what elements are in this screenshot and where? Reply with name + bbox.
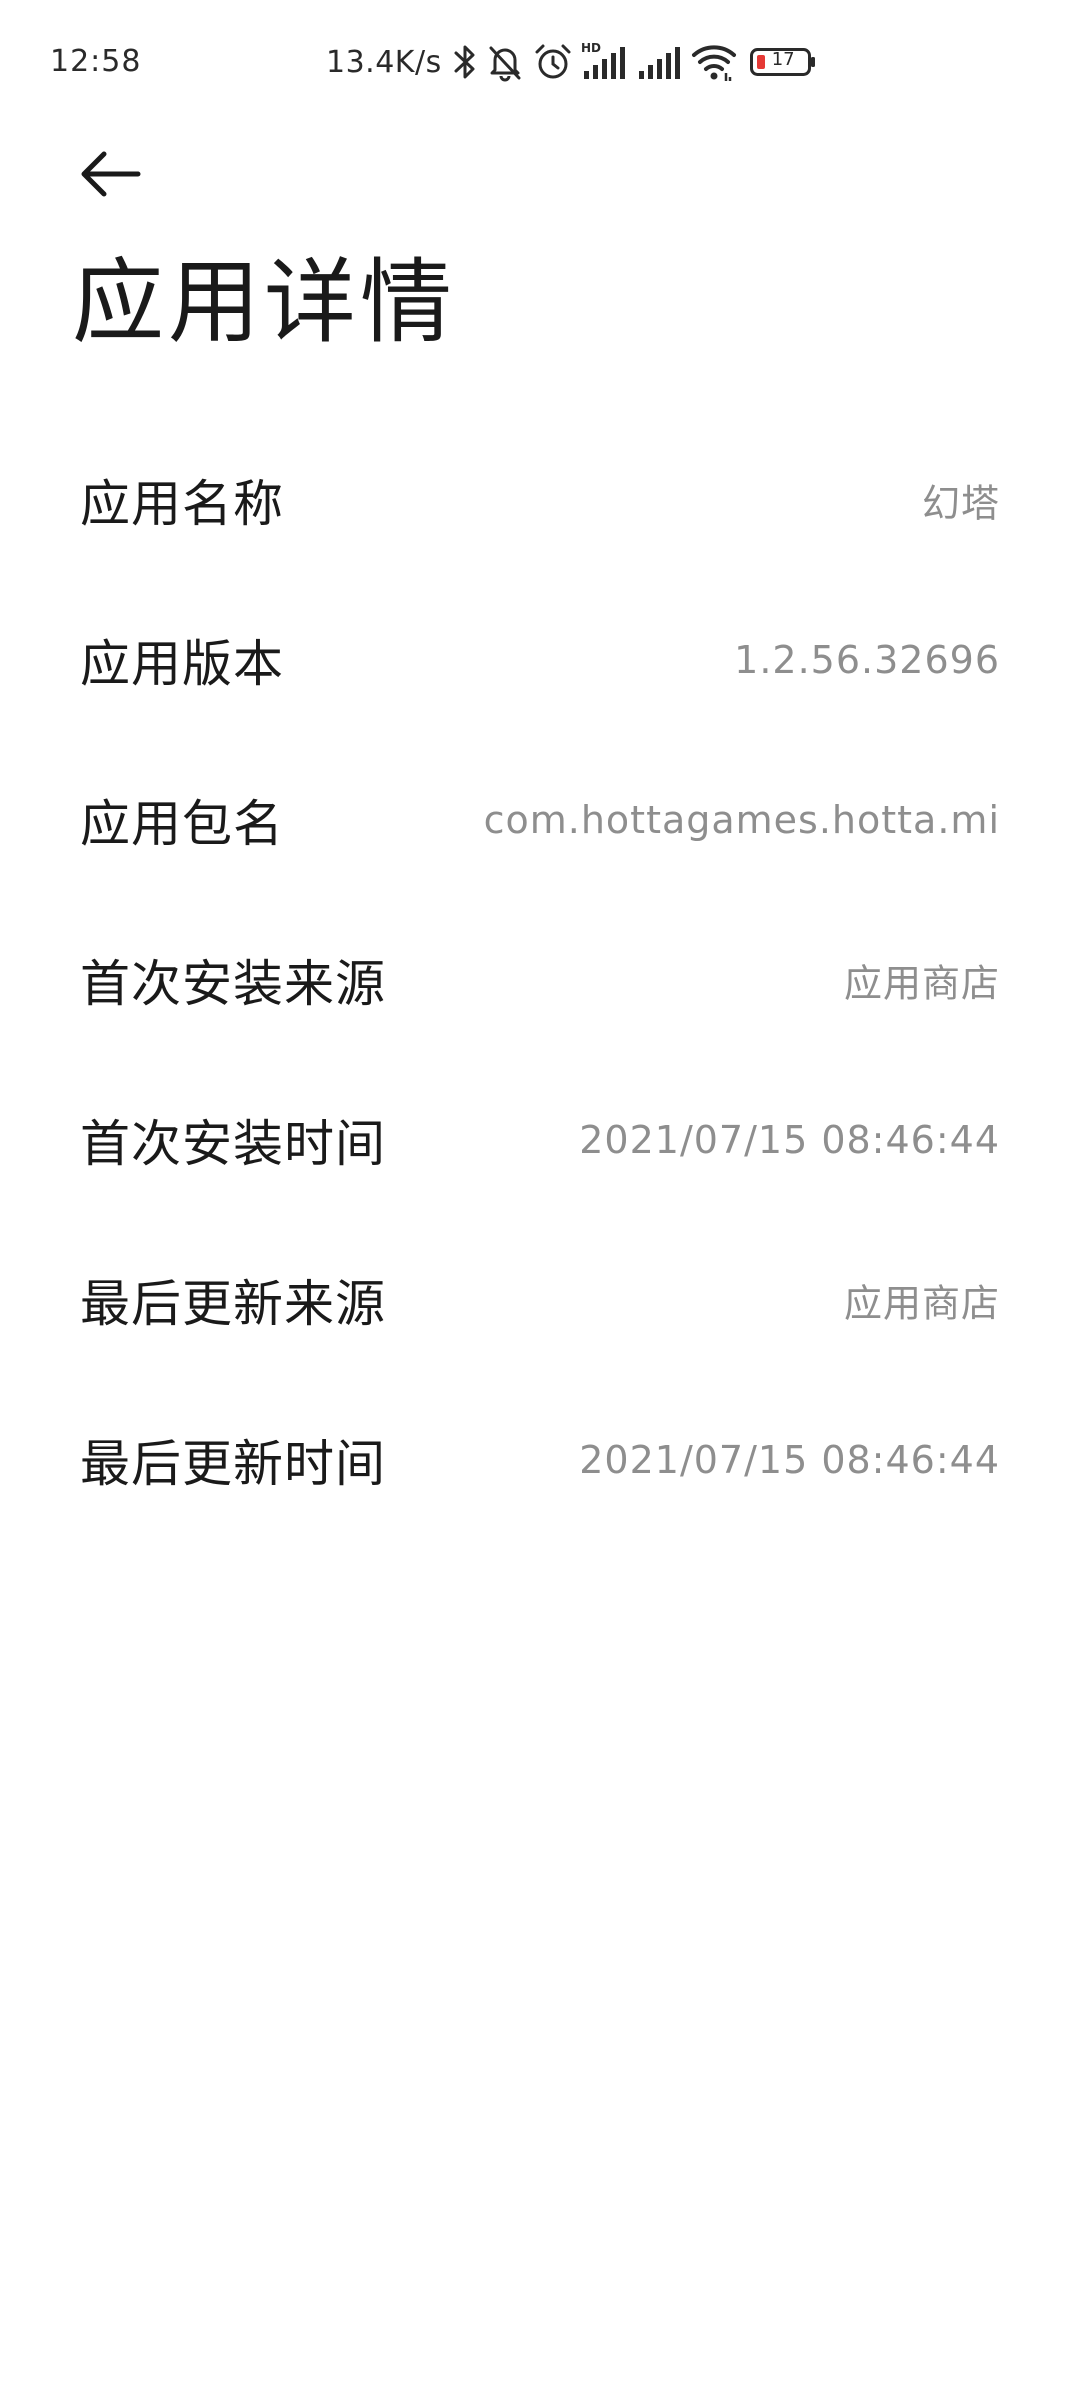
detail-label: 首次安装来源 (80, 955, 386, 1013)
arrow-left-icon (81, 151, 141, 197)
detail-label: 首次安装时间 (80, 1115, 386, 1173)
detail-row-last-update-source: 最后更新来源 应用商店 (0, 1220, 1080, 1380)
detail-row-app-version: 应用版本 1.2.56.32696 (0, 580, 1080, 740)
detail-label: 最后更新时间 (80, 1435, 386, 1493)
detail-label: 应用名称 (80, 475, 284, 533)
signal-hd-icon: HD (580, 41, 630, 83)
signal-icon (636, 41, 684, 83)
hd-label: HD (581, 41, 601, 55)
bluetooth-icon (452, 42, 478, 82)
network-speed: 13.4K/s (326, 44, 442, 80)
detail-label: 应用版本 (80, 635, 284, 693)
status-icons: 13.4K/s HD 17 (326, 36, 816, 88)
detail-value: 2021/07/15 08:46:44 (579, 1438, 1000, 1482)
page-title: 应用详情 (72, 249, 457, 356)
detail-label: 最后更新来源 (80, 1275, 386, 1333)
alarm-icon (532, 41, 574, 83)
wifi-icon (690, 41, 738, 83)
status-bar: 12:58 13.4K/s HD 17 (0, 0, 1080, 128)
detail-row-package-name: 应用包名 com.hottagames.hotta.mi (0, 740, 1080, 900)
detail-value: 应用商店 (843, 961, 1000, 1006)
detail-row-last-update-time: 最后更新时间 2021/07/15 08:46:44 (0, 1380, 1080, 1540)
detail-value: 1.2.56.32696 (734, 638, 1000, 682)
status-time: 12:58 (50, 44, 142, 79)
detail-label: 应用包名 (80, 795, 284, 853)
detail-row-first-install-source: 首次安装来源 应用商店 (0, 900, 1080, 1060)
detail-value: 幻塔 (921, 481, 1000, 526)
battery-level: 17 (771, 49, 795, 70)
detail-value: com.hottagames.hotta.mi (483, 798, 1000, 842)
mute-bell-icon (484, 41, 526, 83)
detail-value: 应用商店 (843, 1281, 1000, 1326)
battery-icon: 17 (749, 48, 816, 76)
detail-row-first-install-time: 首次安装时间 2021/07/15 08:46:44 (0, 1060, 1080, 1220)
detail-value: 2021/07/15 08:46:44 (579, 1118, 1000, 1162)
back-button[interactable] (62, 138, 158, 210)
detail-row-app-name: 应用名称 幻塔 (0, 420, 1080, 580)
